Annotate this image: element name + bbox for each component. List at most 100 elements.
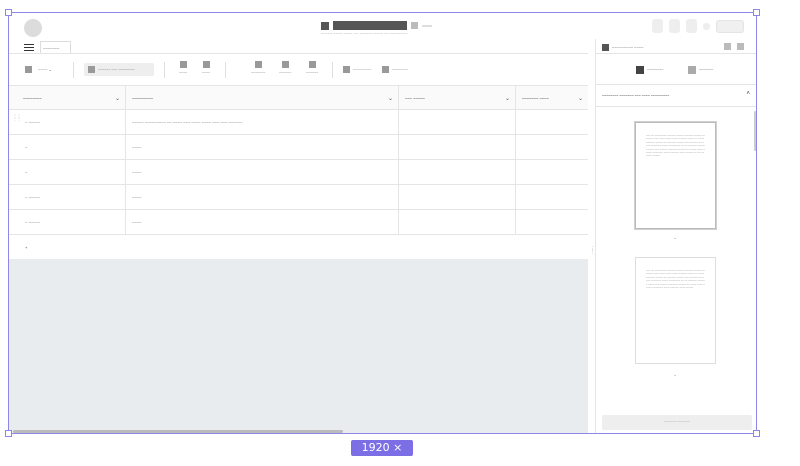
filter-icon — [88, 66, 95, 73]
page-number: ~ — [674, 373, 677, 378]
resize-handle-top-right[interactable] — [753, 9, 760, 16]
toolbar-item[interactable]: ~~~~~~~ — [251, 61, 265, 75]
table-row[interactable]: ~ ~~~~~ ~~~~ — [9, 185, 588, 210]
menu-icon[interactable] — [24, 44, 34, 51]
share-icon[interactable] — [411, 22, 418, 29]
page-text: ~~~ ~~ ~~~~~~~~ ~~~~~~ ~~~~~ ~~~~~~ ~~~~… — [646, 134, 705, 158]
table-cell[interactable]: ⋮⋮ ⋮⋮ ~ ~~~~~ — [9, 110, 126, 134]
chevron-down-icon[interactable]: ⌄ — [578, 95, 583, 102]
table-row[interactable]: ⋮⋮ ⋮⋮ ~ ~~~~~ ~~~~~ ~~~~~~~~~ ~~ ~~~~ ~~~… — [9, 110, 588, 135]
top-actions — [652, 19, 744, 33]
chevron-down-icon[interactable]: ⌄ — [115, 95, 120, 102]
view-label: ~~~~ ⌄ — [38, 67, 52, 72]
toolbar-label: ~~~~~~~ — [251, 71, 266, 75]
add-row-button[interactable]: + — [9, 235, 588, 260]
help-icon[interactable] — [686, 19, 697, 33]
table-cell[interactable] — [516, 110, 588, 134]
toolbar-icon — [179, 61, 187, 68]
drag-handle-icon[interactable]: ⋮⋮ ⋮⋮ — [13, 114, 21, 121]
table-cell[interactable]: ~ — [9, 135, 126, 159]
resize-handle-bottom-right[interactable] — [753, 430, 760, 437]
avatar[interactable] — [24, 19, 42, 37]
table-row[interactable]: ~ ~~~~ — [9, 160, 588, 185]
chevron-up-icon[interactable]: ˄ — [746, 91, 750, 97]
resize-handle-top-left[interactable] — [5, 9, 12, 16]
column-header[interactable]: ~~~~~~~~ ⌄ — [9, 86, 126, 109]
table-cell[interactable] — [399, 110, 516, 134]
notification-icon[interactable] — [652, 19, 663, 33]
toolbar-label: ~~~~~~~~ — [392, 67, 409, 72]
tab-label: ~~~~~~~ — [699, 68, 714, 72]
tab-secondary[interactable]: ~~~~~~~ — [688, 66, 713, 74]
table-cell[interactable] — [399, 135, 516, 159]
pin-icon[interactable] — [724, 43, 731, 50]
toolbar-label: ~~~~ — [179, 71, 188, 75]
vertical-scrollbar[interactable] — [754, 111, 756, 151]
table-cell[interactable]: ~ ~~~~~ — [9, 185, 126, 209]
tab-icon — [688, 66, 696, 74]
column-label: ~~~~~~~ ~~~~ — [522, 96, 549, 101]
table-cell[interactable] — [516, 135, 588, 159]
column-header[interactable]: ~~~~~~~~~ ⌄ — [126, 86, 399, 109]
chevron-down-icon[interactable]: ⌄ — [505, 95, 510, 102]
cell-text: ~ — [25, 170, 28, 175]
table-cell[interactable] — [399, 210, 516, 234]
toolbar-item[interactable]: ~~~~ — [202, 61, 210, 75]
page-thumbnail[interactable]: ~~~ ~~ ~~~~~~~~ ~~~~~~ ~~~~~ ~~~~~~ ~~~~… — [635, 257, 716, 364]
table-cell[interactable]: ~~~~~ ~~~~~~~~~ ~~ ~~~~ ~~~ ~~~~ ~~~~ ~~… — [126, 110, 399, 134]
section-header[interactable]: ~~~~~~~~ ~~~~~~~ ~~~ ~~~~ ~~~~~~~~~ ˄ — [596, 85, 756, 107]
table-cell[interactable]: ~ ~~~~~ — [9, 210, 126, 234]
panel-actions — [724, 43, 744, 50]
cell-text: ~~~~~ ~~~~~~~~~ ~~ ~~~~ ~~~ ~~~~ ~~~~ ~~… — [132, 120, 243, 125]
column-label: ~~~~~~~~~ — [132, 96, 154, 101]
close-icon[interactable] — [737, 43, 744, 50]
toolbar-label: ~~~~ — [202, 71, 211, 75]
view-selector[interactable]: ~~~~ ⌄ — [25, 66, 52, 73]
table-row[interactable]: ~ ~~~~ — [9, 135, 588, 160]
cell-text: ~~~~ — [132, 220, 142, 225]
tab-primary[interactable]: ~~~~~~~~ — [636, 66, 663, 74]
add-row[interactable]: + — [9, 235, 588, 260]
column-header[interactable]: ~~~~~~~ ~~~~ ⌄ — [516, 86, 588, 109]
table-cell[interactable]: ~~~~ — [126, 210, 399, 234]
toolbar-item[interactable]: ~~~~~~~~~ — [343, 66, 371, 73]
toolbar-item[interactable]: ~~~~~~~~ — [382, 66, 408, 73]
toolbar-item[interactable]: ~~~~~~ — [279, 61, 291, 75]
top-action-button[interactable] — [716, 19, 744, 33]
panel-icon — [602, 44, 609, 51]
table-cell[interactable] — [399, 185, 516, 209]
cell-text: ~~~~ — [132, 145, 142, 150]
table-cell[interactable] — [516, 160, 588, 184]
filter-button[interactable]: ~~~~~~ ~~~ ~~~~~~~~ — [84, 63, 154, 76]
table-cell[interactable]: ~ — [9, 160, 126, 184]
column-header[interactable]: ~~~ ~~~~~ ⌄ — [399, 86, 516, 109]
page-thumbnails: ~~~ ~~ ~~~~~~~~ ~~~~~~ ~~~~~ ~~~~~~ ~~~~… — [596, 109, 756, 404]
toolbar-item[interactable]: ~~~~ — [179, 61, 187, 75]
toolbar-label: ~~~~~~ — [306, 71, 319, 75]
document-title-text[interactable]: █████████ — [333, 21, 407, 30]
cell-text: ~ ~~~~~ — [25, 195, 41, 200]
toolbar-item[interactable]: ~~~~~~ — [306, 61, 318, 75]
resize-handle-bottom-left[interactable] — [5, 430, 12, 437]
table-cell[interactable] — [399, 160, 516, 184]
document-title: █████████ — [321, 20, 432, 31]
table-cell[interactable] — [516, 185, 588, 209]
page-thumbnail[interactable]: ~~~ ~~ ~~~~~~~~ ~~~~~~ ~~~~~ ~~~~~~ ~~~~… — [635, 122, 716, 229]
user-icon[interactable] — [669, 19, 680, 33]
table-cell[interactable]: ~~~~ — [126, 185, 399, 209]
settings-icon[interactable] — [703, 22, 710, 30]
panel-footer-button[interactable]: ~~~~~~ ~~~~~~ — [602, 415, 752, 430]
table-row[interactable]: ~ ~~~~~ ~~~~ — [9, 210, 588, 235]
chevron-down-icon[interactable]: ⌄ — [388, 95, 393, 102]
cell-text: ~~~~ — [132, 170, 142, 175]
more-icon[interactable] — [422, 24, 432, 27]
panel-header: ~~~~~~~~~ ~~~~ — [596, 39, 756, 53]
section-label: ~~~~~~~~ ~~~~~~~ ~~~ ~~~~ ~~~~~~~~~ — [602, 94, 670, 98]
table-cell[interactable]: ~~~~ — [126, 160, 399, 184]
tab-active[interactable]: ~~~~~~~ — [40, 41, 71, 53]
table-cell[interactable]: ~~~~ — [126, 135, 399, 159]
horizontal-scrollbar[interactable] — [13, 430, 343, 433]
table-cell[interactable] — [516, 210, 588, 234]
grid-view-icon — [25, 66, 32, 73]
toolbar-icon — [254, 61, 262, 68]
